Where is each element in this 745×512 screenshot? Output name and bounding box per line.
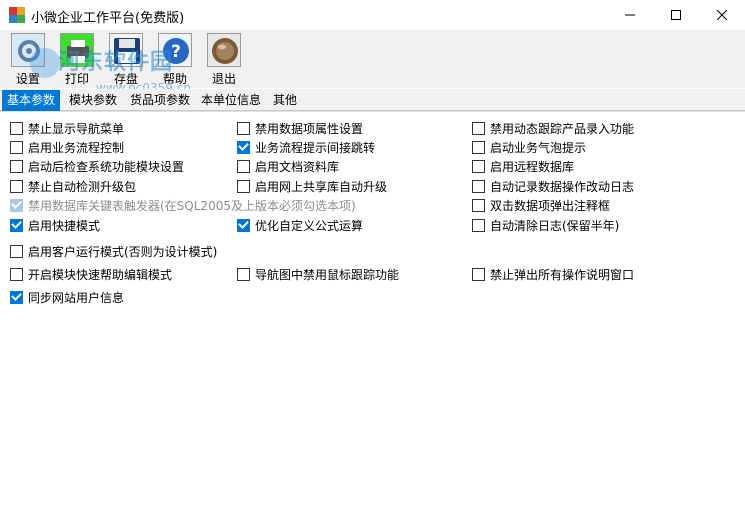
print-button[interactable]: 打印	[55, 32, 99, 88]
option-label: 同步网站用户信息	[28, 290, 125, 305]
help-button[interactable]: ? 帮助	[153, 32, 197, 88]
exit-button[interactable]: 退出	[202, 32, 246, 88]
option-label: 自动记录数据操作改动日志	[490, 179, 635, 194]
option-disable-auto-update-check[interactable]: 禁止自动检测升级包	[10, 178, 136, 194]
option-disable-mouse-tracking[interactable]: 导航图中禁用鼠标跟踪功能	[237, 266, 399, 282]
print-label: 打印	[64, 72, 89, 86]
option-label: 启用快捷模式	[28, 218, 101, 233]
checkbox[interactable]	[472, 159, 485, 173]
checkbox[interactable]	[472, 140, 485, 154]
checkbox[interactable]	[10, 244, 23, 258]
checkbox[interactable]	[237, 267, 250, 281]
exit-icon	[207, 33, 241, 67]
toolbar: 设置 打印 存盘 ? 帮助 退出 河东软件园 www.pc0359.cn	[0, 30, 745, 95]
svg-text:?: ?	[171, 42, 181, 62]
option-disable-field-props[interactable]: 禁用数据项属性设置	[237, 120, 363, 136]
tab-other[interactable]: 其他	[273, 91, 297, 110]
close-button[interactable]	[699, 0, 745, 30]
tab-module-params[interactable]: 模块参数	[69, 91, 117, 110]
option-label: 启动后检查系统功能模块设置	[28, 159, 185, 174]
option-label: 启用文档资料库	[255, 159, 340, 174]
exit-label: 退出	[211, 72, 236, 86]
tab-strip: 基本参数 模块参数 货品项参数 本单位信息 其他	[0, 89, 745, 111]
option-label: 禁用数据项属性设置	[255, 121, 364, 136]
save-button[interactable]: 存盘	[104, 32, 148, 88]
checkbox[interactable]	[10, 121, 23, 135]
minimize-button[interactable]	[607, 0, 653, 30]
checkbox-checked[interactable]	[10, 290, 23, 304]
option-client-run-mode[interactable]: 启用客户运行模式(否则为设计模式)	[10, 243, 217, 259]
option-disable-db-triggers: 禁用数据库关键表触发器(在SQL2005及上版本必须勾选本项)	[10, 197, 356, 213]
tab-basic-params[interactable]: 基本参数	[2, 90, 61, 111]
checkbox[interactable]	[237, 121, 250, 135]
options-panel: 禁止显示导航菜单 禁用数据项属性设置 禁用动态跟踪产品录入功能 启用业务流程控制…	[0, 111, 745, 512]
checkbox[interactable]	[237, 159, 250, 173]
checkbox[interactable]	[10, 159, 23, 173]
option-label: 启用远程数据库	[490, 159, 575, 174]
option-enable-quick-mode[interactable]: 启用快捷模式	[10, 217, 100, 233]
checkbox-checked[interactable]	[10, 218, 23, 232]
checkbox-checked[interactable]	[237, 218, 250, 232]
option-label: 业务流程提示间接跳转	[255, 140, 376, 155]
option-label: 启用客户运行模式(否则为设计模式)	[28, 244, 218, 259]
option-label: 启用网上共享库自动升级	[255, 179, 388, 194]
tab-goods-params[interactable]: 货品项参数	[130, 91, 190, 110]
settings-label: 设置	[15, 72, 40, 86]
option-label: 优化自定义公式运算	[255, 218, 364, 233]
checkbox[interactable]	[10, 267, 23, 281]
app-icon	[9, 7, 25, 23]
option-label: 双击数据项弹出注释框	[490, 198, 611, 213]
help-icon: ?	[158, 33, 192, 67]
option-check-modules-on-start[interactable]: 启动后检查系统功能模块设置	[10, 158, 184, 174]
checkbox[interactable]	[10, 140, 23, 154]
option-sync-website-users[interactable]: 同步网站用户信息	[10, 289, 124, 305]
option-disable-dynamic-tracking[interactable]: 禁用动态跟踪产品录入功能	[472, 120, 634, 136]
option-quick-help-edit-mode[interactable]: 开启模块快速帮助编辑模式	[10, 266, 172, 282]
window-title: 小微企业工作平台(免费版)	[31, 11, 185, 26]
option-label: 禁用数据库关键表触发器(在SQL2005及上版本必须勾选本项)	[28, 198, 356, 213]
checkbox-checked	[10, 198, 23, 212]
option-label: 启用业务流程控制	[28, 140, 125, 155]
save-label: 存盘	[113, 72, 138, 86]
checkbox[interactable]	[10, 179, 23, 193]
option-log-data-changes[interactable]: 自动记录数据操作改动日志	[472, 178, 634, 194]
settings-button[interactable]: 设置	[6, 32, 50, 88]
checkbox[interactable]	[472, 198, 485, 212]
settings-icon	[11, 33, 45, 67]
close-icon	[717, 10, 727, 20]
maximize-icon	[671, 10, 681, 20]
option-label: 禁用动态跟踪产品录入功能	[490, 121, 635, 136]
option-auto-clear-logs[interactable]: 自动清除日志(保留半年)	[472, 217, 619, 233]
option-enable-doc-library[interactable]: 启用文档资料库	[237, 158, 339, 174]
help-label: 帮助	[162, 72, 187, 86]
option-disable-nav-menu[interactable]: 禁止显示导航菜单	[10, 120, 124, 136]
option-disable-help-popups[interactable]: 禁止弹出所有操作说明窗口	[472, 266, 634, 282]
checkbox[interactable]	[472, 179, 485, 193]
title-bar: 小微企业工作平台(免费版)	[0, 0, 745, 30]
option-optimize-formula[interactable]: 优化自定义公式运算	[237, 217, 363, 233]
option-label: 禁止显示导航菜单	[28, 121, 125, 136]
option-dblclick-comment-box[interactable]: 双击数据项弹出注释框	[472, 197, 610, 213]
checkbox[interactable]	[237, 179, 250, 193]
option-business-bubble-tips[interactable]: 启动业务气泡提示	[472, 139, 586, 155]
option-shared-lib-auto-upgrade[interactable]: 启用网上共享库自动升级	[237, 178, 387, 194]
option-enable-remote-db[interactable]: 启用远程数据库	[472, 158, 574, 174]
option-label: 禁止自动检测升级包	[28, 179, 137, 194]
checkbox[interactable]	[472, 218, 485, 232]
maximize-button[interactable]	[653, 0, 699, 30]
option-label: 禁止弹出所有操作说明窗口	[490, 267, 635, 282]
option-label: 自动清除日志(保留半年)	[490, 218, 620, 233]
option-label: 导航图中禁用鼠标跟踪功能	[255, 267, 400, 282]
option-enable-workflow-control[interactable]: 启用业务流程控制	[10, 139, 124, 155]
option-label: 开启模块快速帮助编辑模式	[28, 267, 173, 282]
floppy-disk-icon	[109, 33, 143, 67]
minimize-icon	[625, 14, 635, 16]
option-label: 启动业务气泡提示	[490, 140, 587, 155]
tab-company-info[interactable]: 本单位信息	[201, 91, 261, 110]
checkbox-checked[interactable]	[237, 140, 250, 154]
printer-icon	[60, 33, 94, 67]
checkbox[interactable]	[472, 267, 485, 281]
checkbox[interactable]	[472, 121, 485, 135]
option-workflow-indirect-jump[interactable]: 业务流程提示间接跳转	[237, 139, 375, 155]
